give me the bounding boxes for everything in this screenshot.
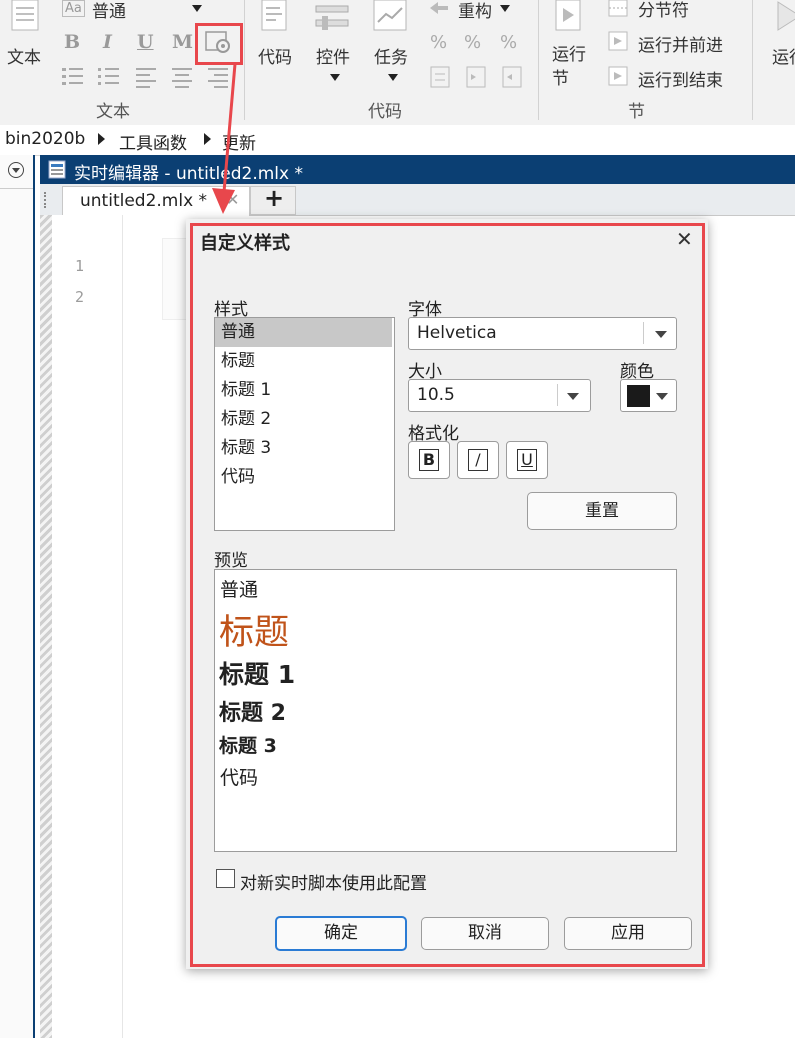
align-center-icon[interactable] xyxy=(172,66,194,88)
run-to-end-label: 运行到结束 xyxy=(638,71,723,91)
section-break-button[interactable]: 分节符 xyxy=(608,0,728,21)
monospace-icon[interactable]: M xyxy=(172,31,193,53)
left-panel xyxy=(0,155,35,1038)
run-section-label: 运行节 xyxy=(552,45,586,89)
decrease-indent-icon[interactable] xyxy=(502,66,524,88)
task-icon xyxy=(373,0,407,31)
panel-menu-icon[interactable] xyxy=(8,162,24,178)
run-to-end-button[interactable]: 运行到结束 xyxy=(608,66,738,91)
bold-icon[interactable]: B xyxy=(64,31,80,53)
divider xyxy=(0,188,33,189)
run-and-advance-button[interactable]: 运行并前进 xyxy=(608,31,738,56)
editor-title: 实时编辑器 - untitled2.mlx * xyxy=(74,164,303,184)
line-number: 2 xyxy=(75,288,85,306)
plus-icon: + xyxy=(264,184,285,212)
aa-icon: Aa xyxy=(62,0,85,17)
control-button[interactable]: 控件 xyxy=(310,0,360,90)
refactor-button[interactable]: 重构 xyxy=(428,0,518,22)
document-icon xyxy=(11,0,39,31)
line-number: 1 xyxy=(75,257,85,275)
line-number-gutter: 1 2 xyxy=(52,215,123,1038)
style-select[interactable]: Aa 普通 xyxy=(60,0,202,22)
align-left-icon[interactable] xyxy=(136,66,158,88)
run-button[interactable]: 运行 xyxy=(762,0,795,70)
editor-tabbar: untitled2.mlx * ✕ + xyxy=(40,184,795,216)
live-editor-icon xyxy=(48,160,66,179)
section-break-label: 分节符 xyxy=(638,1,689,21)
run-and-advance-label: 运行并前进 xyxy=(638,36,723,56)
code-button-label: 代码 xyxy=(258,48,292,68)
tab-drag-handle xyxy=(44,192,48,208)
code-edit-icons: % % % xyxy=(430,32,530,92)
indent-icon[interactable] xyxy=(430,66,452,88)
editor-margin xyxy=(40,215,52,1038)
chevron-down-icon xyxy=(330,74,340,81)
customize-style-icon[interactable] xyxy=(205,30,233,56)
dialog-highlight xyxy=(190,223,705,967)
toolstrip-ribbon: 文本 Aa 普通 B I U M 文本 代码 控件 任务 重构 % % % 代码… xyxy=(0,0,795,126)
section-group-label: 节 xyxy=(628,102,645,122)
underline-icon[interactable]: U xyxy=(137,31,154,53)
control-button-label: 控件 xyxy=(316,48,350,68)
breadcrumb: bin2020b 工具函数 更新 xyxy=(0,125,795,156)
refactor-button-label: 重构 xyxy=(458,2,492,22)
annotation-arrow xyxy=(212,63,237,214)
text-button-label: 文本 xyxy=(7,48,41,68)
bullet-list-icon[interactable] xyxy=(62,66,84,88)
text-group-label: 文本 xyxy=(96,102,130,122)
divider xyxy=(752,0,753,120)
editor-titlebar: 实时编辑器 - untitled2.mlx * xyxy=(40,155,795,184)
code-group-label: 代码 xyxy=(368,102,402,122)
run-icon xyxy=(777,1,795,31)
increase-indent-icon[interactable] xyxy=(466,66,488,88)
wrap-comment-icon[interactable]: % xyxy=(500,32,517,53)
chevron-down-icon xyxy=(192,5,202,12)
code-button[interactable]: 代码 xyxy=(252,0,302,70)
chevron-down-icon xyxy=(388,74,398,81)
code-icon xyxy=(261,0,287,31)
run-section-icon xyxy=(555,0,581,31)
chevron-right-icon xyxy=(98,133,105,145)
tab-label: untitled2.mlx * xyxy=(80,191,208,211)
comment-icon[interactable]: % xyxy=(430,32,447,53)
slider-icon xyxy=(315,5,349,30)
task-button[interactable]: 任务 xyxy=(368,0,418,90)
refactor-icon xyxy=(430,2,448,14)
run-to-end-icon xyxy=(608,66,628,86)
italic-icon[interactable]: I xyxy=(103,31,112,53)
chevron-down-icon xyxy=(500,5,510,12)
numbered-list-icon[interactable] xyxy=(98,66,120,88)
run-button-label: 运行 xyxy=(772,48,795,68)
divider xyxy=(538,0,539,120)
style-select-value: 普通 xyxy=(92,2,126,22)
text-button[interactable]: 文本 xyxy=(0,0,52,70)
uncomment-icon[interactable]: % xyxy=(464,32,481,53)
task-button-label: 任务 xyxy=(374,48,408,68)
run-advance-icon xyxy=(608,31,628,51)
section-break-icon xyxy=(608,0,628,17)
breadcrumb-item[interactable]: 工具函数 xyxy=(119,129,187,154)
breadcrumb-item[interactable]: bin2020b xyxy=(5,129,85,149)
run-section-button[interactable]: 运行节 xyxy=(548,0,596,92)
add-tab-button[interactable]: + xyxy=(250,184,296,215)
